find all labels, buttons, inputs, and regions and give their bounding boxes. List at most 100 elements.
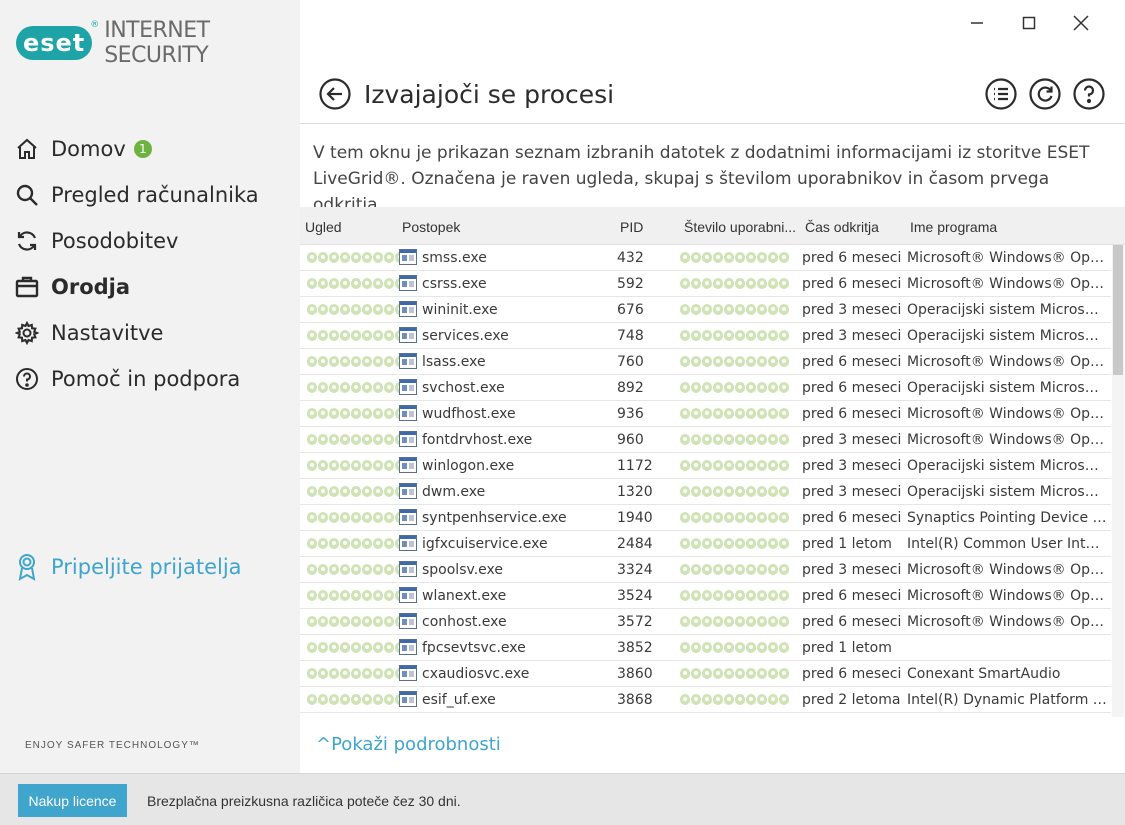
discovery-time: pred 3 meseci [802,562,902,578]
minimize-button[interactable] [951,10,1003,36]
reputation-indicator [307,538,405,549]
discovery-time: pred 6 meseci [802,276,902,292]
list-view-button[interactable] [985,78,1017,110]
reputation-indicator [307,304,405,315]
program-name: Microsoft® Windows® Operat... [907,354,1107,370]
reputation-indicator [307,564,405,575]
discovery-time: pred 3 meseci [802,328,902,344]
program-name: Microsoft® Windows® Operat... [907,614,1107,630]
discovery-time: pred 3 meseci [802,458,902,474]
column-header-program[interactable]: Ime programa [910,219,997,235]
sidebar-item-pregled[interactable]: Pregled računalnika [0,172,300,218]
sidebar-item-nastavitve[interactable]: Nastavitve [0,310,300,356]
back-button[interactable] [319,78,351,110]
vertical-scrollbar[interactable] [1112,245,1124,717]
discovery-time: pred 6 meseci [802,406,902,422]
sidebar: eset ® INTERNET SECURITY Domov 1 Pregled … [0,0,300,773]
eset-logo: eset ® INTERNET SECURITY [16,18,300,68]
table-row[interactable]: cxaudiosvc.exe 3860 pred 6 meseci Conexant … [300,661,1111,687]
program-name: Microsoft® Windows® Operat... [907,406,1107,422]
program-name: Operacijski sistem Microsoft® ... [907,484,1107,500]
table-row[interactable]: dwm.exe 1320 pred 3 meseci Operacijski sist… [300,479,1111,505]
refresh-button[interactable] [1029,78,1061,110]
table-row[interactable]: services.exe 748 pred 3 meseci Operacijski … [300,323,1111,349]
reputation-indicator [307,382,405,393]
table-row[interactable]: fpcsevtsvc.exe 3852 pred 1 letom [300,635,1111,661]
table-row[interactable]: conhost.exe 3572 pred 6 meseci Microsoft® W… [300,609,1111,635]
chevron-up-icon: ^ [316,734,332,755]
discovery-time: pred 6 meseci [802,588,902,604]
buy-license-button[interactable]: Nakup licence [18,784,127,817]
process-name: fontdrvhost.exe [422,432,533,448]
maximize-button[interactable] [1003,10,1055,36]
column-header-ugled[interactable]: Ugled [305,219,342,235]
table-row[interactable]: wudfhost.exe 936 pred 6 meseci Microsoft® W… [300,401,1111,427]
refresh-circle-icon [1029,78,1061,110]
column-header-pid[interactable]: PID [620,219,643,235]
table-row[interactable]: wininit.exe 676 pred 3 meseci Operacijski s… [300,297,1111,323]
page-title: Izvajajoči se procesi [364,80,615,109]
sidebar-item-pomoc[interactable]: Pomoč in podpora [0,356,300,402]
help-button[interactable] [1073,78,1105,110]
table-row[interactable]: csrss.exe 592 pred 6 meseci Microsoft® Wind… [300,271,1111,297]
scrollbar-thumb[interactable] [1113,245,1123,375]
process-name: smss.exe [422,250,487,266]
table-row[interactable]: fontdrvhost.exe 960 pred 3 meseci Microsoft… [300,427,1111,453]
process-icon [399,561,417,577]
process-icon [399,691,417,707]
process-pid: 3324 [617,562,653,578]
discovery-time: pred 3 meseci [802,432,902,448]
discovery-time: pred 3 meseci [802,302,902,318]
table-row[interactable]: winlogon.exe 1172 pred 3 meseci Operacijski… [300,453,1111,479]
user-count-indicator [680,434,789,445]
table-row[interactable]: esif_uf.exe 3868 pred 2 letoma Intel(R) Dyn… [300,687,1111,713]
user-count-indicator [680,538,789,549]
show-details-link[interactable]: ^Pokaži podrobnosti [316,734,501,755]
process-name: fpcsevtsvc.exe [422,640,526,656]
discovery-time: pred 1 letom [802,640,892,656]
program-name: Operacijski sistem Microsoft® ... [907,458,1107,474]
notification-badge: 1 [133,140,152,158]
process-name: igfxcuiservice.exe [422,536,548,552]
process-name: csrss.exe [422,276,487,292]
table-row[interactable]: spoolsv.exe 3324 pred 3 meseci Microsoft® W… [300,557,1111,583]
reputation-indicator [307,356,405,367]
close-button[interactable] [1055,10,1107,36]
process-pid: 748 [617,328,644,344]
process-icon [399,431,417,447]
user-count-indicator [680,330,789,341]
table-row[interactable]: lsass.exe 760 pred 6 meseci Microsoft® Wind… [300,349,1111,375]
reputation-indicator [307,590,405,601]
discovery-time: pred 1 letom [802,536,892,552]
reputation-indicator [307,512,405,523]
discovery-time: pred 6 meseci [802,354,902,370]
column-header-time[interactable]: Čas odkritja [805,219,879,235]
table-row[interactable]: svchost.exe 892 pred 6 meseci Operacijski s… [300,375,1111,401]
sidebar-item-posodobitev[interactable]: Posodobitev [0,218,300,264]
process-name: dwm.exe [422,484,486,500]
process-icon [399,483,417,499]
sidebar-item-orodja[interactable]: Orodja [0,264,300,310]
sidebar-item-label: Pregled računalnika [51,183,259,207]
user-count-indicator [680,642,789,653]
process-name: services.exe [422,328,509,344]
table-row[interactable]: igfxcuiservice.exe 2484 pred 1 letom Intel(… [300,531,1111,557]
refer-friend-link[interactable]: Pripeljite prijatelja [14,552,242,582]
process-pid: 1172 [617,458,653,474]
sidebar-item-domov[interactable]: Domov 1 [0,126,300,172]
toolbox-icon [14,274,40,300]
column-header-users[interactable]: Število uporabni... [684,219,796,235]
process-pid: 3524 [617,588,653,604]
table-row[interactable]: smss.exe 432 pred 6 meseci Microsoft® Windo… [300,245,1111,271]
process-icon [399,613,417,629]
discovery-time: pred 2 letoma [802,692,901,708]
user-count-indicator [680,590,789,601]
column-header-postopek[interactable]: Postopek [402,219,460,235]
search-icon [14,182,40,208]
process-pid: 960 [617,432,644,448]
eset-logo-badge: eset ® [16,20,99,60]
process-icon [399,353,417,369]
table-row[interactable]: syntpenhservice.exe 1940 pred 6 meseci Syna… [300,505,1111,531]
process-table: Ugled Postopek PID Število uporabni... Č… [300,207,1125,717]
table-row[interactable]: wlanext.exe 3524 pred 6 meseci Microsoft® W… [300,583,1111,609]
